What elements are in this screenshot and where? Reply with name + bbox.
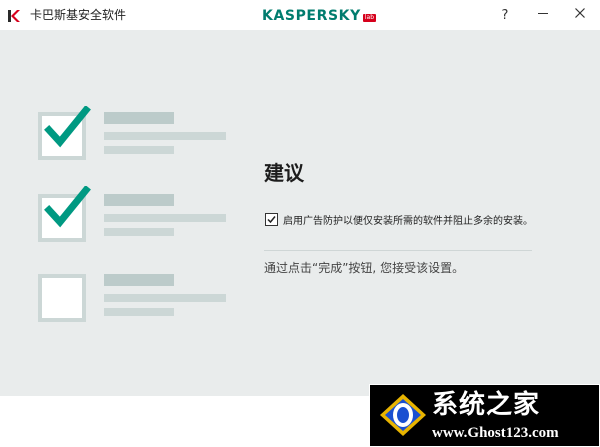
minimize-icon (537, 7, 549, 23)
close-icon (574, 7, 586, 23)
checklist-illustration (0, 30, 240, 396)
close-button[interactable] (563, 0, 597, 30)
ad-protection-option[interactable]: 启用广告防护以便仅安装所需的软件并阻止多余的安装。 (265, 212, 533, 227)
illustration-line (104, 308, 174, 316)
illustration-line (104, 294, 226, 302)
kaspersky-k-icon (7, 8, 21, 22)
checkmark-icon (44, 106, 91, 148)
brand-wordmark: KASPERSKY (262, 8, 361, 24)
watermark-url: www.Ghost123.com (432, 425, 559, 441)
ad-protection-checkbox[interactable] (265, 213, 278, 226)
help-button[interactable]: ? (488, 0, 522, 30)
illustration-line (104, 228, 174, 236)
illustration-line (104, 274, 174, 286)
main-content: 建议 启用广告防护以便仅安装所需的软件并阻止多余的安装。 通过点击“完成”按钮,… (0, 30, 600, 396)
help-icon: ? (501, 7, 509, 23)
watermark: 系统之家 www.Ghost123.com (369, 384, 600, 447)
divider (264, 250, 532, 251)
brand-lab-badge: lab (362, 14, 376, 22)
minimize-button[interactable] (526, 0, 560, 30)
kaspersky-logo: KASPERSKY lab (262, 5, 376, 27)
title-bar: 卡巴斯基安全软件 KASPERSKY lab ? (0, 0, 600, 30)
checkbox-check-icon (267, 216, 276, 224)
illustration-line (104, 214, 226, 222)
acceptance-note: 通过点击“完成”按钮, 您接受该设置。 (264, 261, 465, 275)
watermark-logo-icon (380, 394, 426, 436)
illustration-line (104, 112, 174, 124)
illustration-line (104, 194, 174, 206)
illustration-line (104, 146, 174, 154)
window-title: 卡巴斯基安全软件 (30, 8, 127, 22)
ad-protection-label[interactable]: 启用广告防护以便仅安装所需的软件并阻止多余的安装。 (283, 212, 533, 227)
illustration-line (104, 132, 226, 140)
installer-window: 卡巴斯基安全软件 KASPERSKY lab ? 建议 启用广告防护以便仅安装所… (0, 0, 600, 447)
page-title: 建议 (264, 161, 304, 185)
illustration-checkbox-3 (38, 274, 86, 322)
checkmark-icon (44, 186, 91, 228)
watermark-title: 系统之家 (432, 390, 541, 420)
